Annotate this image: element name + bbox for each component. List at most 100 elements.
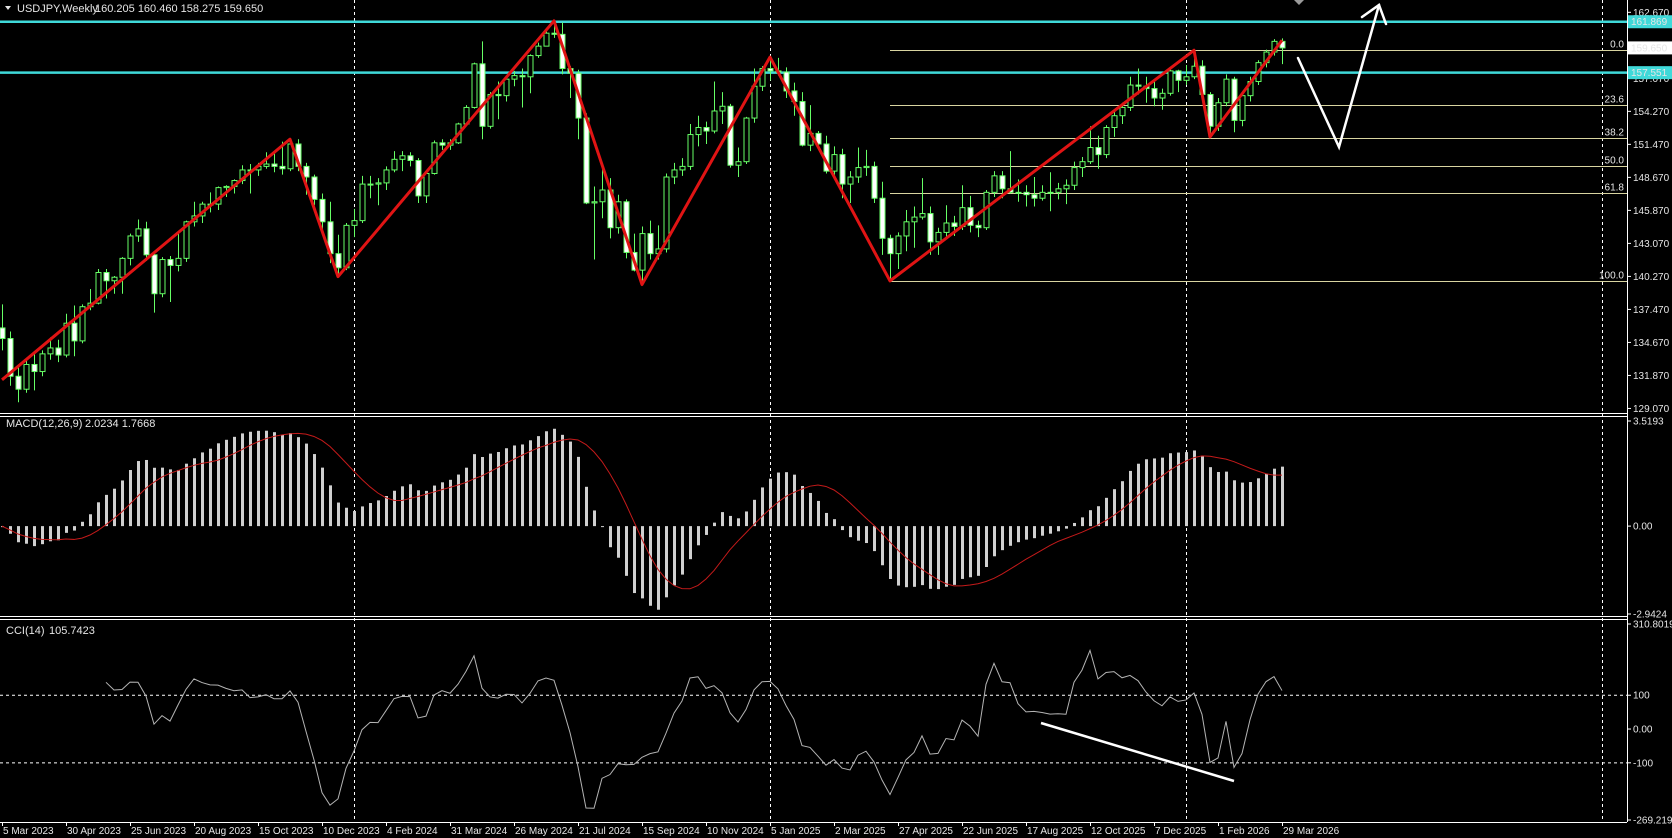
- candle: [871, 161, 878, 203]
- candle-body: [519, 75, 526, 78]
- macd-histogram-bar: [65, 526, 68, 533]
- candle-body: [1015, 191, 1022, 194]
- candle: [471, 62, 478, 109]
- candle-body: [647, 233, 654, 255]
- time-axis-label: 25 Jun 2023: [131, 826, 186, 837]
- macd-histogram-bar: [25, 526, 28, 544]
- candle: [879, 181, 886, 255]
- candle: [1151, 81, 1158, 107]
- candle-body: [703, 126, 710, 132]
- candle-body: [55, 347, 62, 356]
- candle-body: [943, 222, 950, 233]
- candle: [895, 232, 902, 269]
- candle-body: [1223, 78, 1230, 104]
- time-axis-label: 12 Oct 2025: [1091, 826, 1146, 837]
- candle-body: [263, 163, 270, 167]
- macd-histogram-bar: [1209, 467, 1212, 527]
- candle-body: [1207, 93, 1214, 127]
- fibo-level-label: 50.0: [1605, 156, 1625, 167]
- candle-body: [111, 276, 118, 282]
- candle-body: [103, 272, 110, 282]
- macd-histogram-bar: [329, 485, 332, 527]
- candle: [359, 175, 366, 223]
- candle-body: [527, 55, 534, 78]
- candle-body: [0, 327, 6, 340]
- macd-histogram-bar: [1257, 478, 1260, 527]
- macd-histogram-bar: [1033, 526, 1036, 539]
- macd-histogram-bar: [89, 514, 92, 527]
- macd-histogram-bar: [457, 474, 460, 527]
- macd-histogram-bar: [393, 490, 396, 527]
- candle-body: [1135, 84, 1142, 87]
- candle-body: [1047, 191, 1054, 194]
- candle: [735, 147, 742, 178]
- candle-body: [879, 197, 886, 239]
- macd-histogram-bar: [553, 428, 556, 527]
- candle-body: [23, 363, 30, 390]
- macd-histogram-bar: [673, 526, 676, 586]
- cci-header: CCI(14) 105.7423: [6, 625, 95, 637]
- candle-body: [319, 198, 326, 223]
- candle-body: [271, 163, 278, 167]
- macd-histogram-bar: [849, 526, 852, 538]
- macd-histogram-bar: [97, 502, 100, 527]
- candle-body: [1087, 147, 1094, 163]
- macd-histogram-bar: [313, 454, 316, 527]
- candle-body: [1071, 167, 1078, 186]
- candle: [71, 305, 78, 357]
- macd-histogram-bar: [353, 511, 356, 527]
- candle: [671, 162, 678, 185]
- macd-histogram-bar: [1113, 489, 1116, 527]
- candle-body: [1055, 188, 1062, 193]
- price-axis-tick-label: 148.670: [1633, 173, 1670, 184]
- candle-body: [591, 201, 598, 204]
- macd-histogram-bar: [1153, 458, 1156, 527]
- candle-body: [135, 228, 142, 237]
- forecast-arrow[interactable]: [1296, 3, 1388, 151]
- macd-histogram-bar: [233, 436, 236, 527]
- candle: [967, 195, 974, 233]
- candle: [247, 164, 254, 194]
- candle: [1111, 110, 1118, 137]
- macd-histogram-bar: [633, 526, 636, 594]
- candle: [439, 139, 446, 150]
- macd-histogram-bar: [817, 500, 820, 527]
- macd-histogram-bar: [177, 469, 180, 527]
- candle: [375, 178, 382, 206]
- macd-histogram-bar: [257, 430, 260, 527]
- horizontal-levels[interactable]: [0, 20, 1627, 74]
- macd-histogram-bar: [1105, 497, 1108, 527]
- candle-body: [1023, 191, 1030, 196]
- candle: [1023, 185, 1030, 207]
- cci-axis-tick-label: -269.2192: [1633, 816, 1672, 827]
- candle-body: [503, 78, 510, 97]
- candle-body: [887, 237, 894, 255]
- macd-histogram-bar: [1241, 482, 1244, 527]
- macd-histogram-bar: [81, 521, 84, 527]
- candle-body: [375, 182, 382, 185]
- macd-histogram-bar: [857, 526, 860, 541]
- macd-histogram-bar: [969, 526, 972, 578]
- macd-histogram-bar: [113, 488, 116, 527]
- chart-shift-marker-icon[interactable]: [1294, 0, 1304, 5]
- candle: [863, 149, 870, 176]
- forecast-path[interactable]: [1296, 3, 1381, 151]
- candle-body: [919, 213, 926, 218]
- candle: [703, 121, 710, 144]
- price-axis-tick-label: 134.670: [1633, 338, 1670, 349]
- candle-body: [119, 257, 126, 278]
- candle-body: [359, 183, 366, 222]
- macd-histogram-bar: [1081, 517, 1084, 527]
- macd-histogram-bar: [321, 467, 324, 527]
- candle: [1103, 125, 1110, 159]
- triangle-down-icon[interactable]: [5, 6, 11, 10]
- candle: [975, 220, 982, 238]
- chart-canvas[interactable]: 0.023.638.250.061.8100.0 162.670159.8701…: [0, 0, 1672, 838]
- macd-histogram-bar: [945, 526, 948, 587]
- macd-histogram-bar: [1177, 452, 1180, 527]
- price-axis-tick-label: 145.870: [1633, 206, 1670, 217]
- candle-body: [671, 169, 678, 178]
- macd-histogram-bar: [953, 526, 956, 585]
- macd-histogram-bar: [289, 433, 292, 527]
- candle-body: [71, 322, 78, 342]
